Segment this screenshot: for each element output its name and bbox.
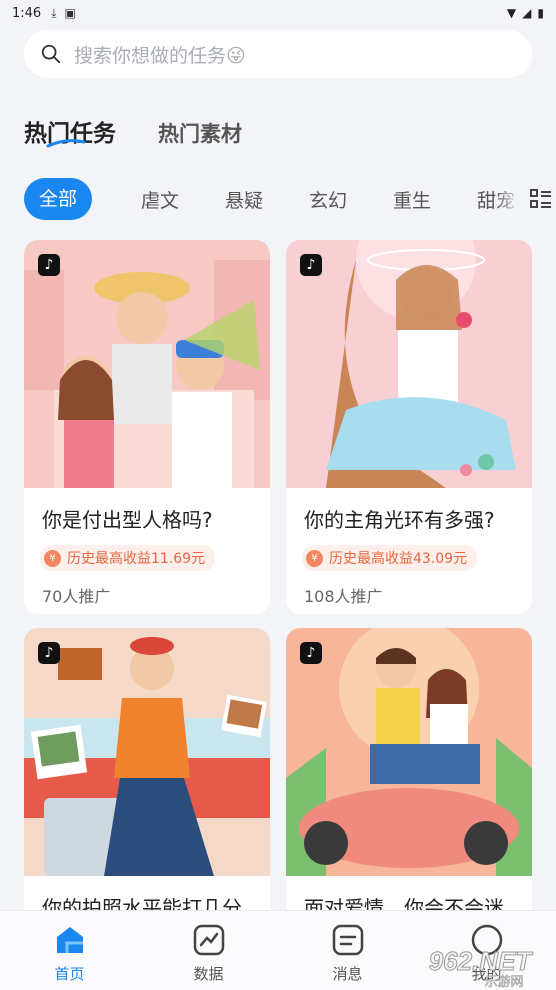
task-card-image: ♪ xyxy=(286,628,532,876)
tiktok-icon: ♪ xyxy=(38,254,60,276)
task-title: 你是付出型人格吗? xyxy=(42,508,213,532)
coin-icon: ¥ xyxy=(306,549,323,567)
signal-icon: ◢ xyxy=(522,6,532,20)
task-card[interactable]: ♪ 你的拍照水平能打几分 xyxy=(24,628,270,928)
earnings-badge: ¥ 历史最高收益43.09元 xyxy=(302,545,478,571)
tiktok-icon: ♪ xyxy=(300,254,322,276)
message-icon xyxy=(332,924,363,956)
task-card[interactable]: ♪ 你是付出型人格吗? ¥ 历史最高收益11.69元 70人推广 xyxy=(24,240,270,614)
category-all[interactable]: 全部 xyxy=(24,178,92,220)
earnings-text: 历史最高收益11.69元 xyxy=(67,551,206,567)
task-card-image: ♪ xyxy=(286,240,532,488)
earnings-text: 历史最高收益43.09元 xyxy=(329,551,468,567)
category-row: 全部 虐文 悬疑 玄幻 重生 甜宠 xyxy=(24,178,556,220)
wifi-icon: ▼ xyxy=(506,6,517,20)
notification-icon: ▣ xyxy=(64,6,76,20)
category-suspense[interactable]: 悬疑 xyxy=(202,186,286,213)
tab-hot-materials[interactable]: 热门素材 xyxy=(158,118,242,148)
task-card-image: ♪ xyxy=(24,240,270,488)
svg-text:乐游网: 乐游网 xyxy=(484,975,523,988)
task-title: 你的主角光环有多强? xyxy=(304,508,495,532)
svg-text:962.NET: 962.NET xyxy=(429,946,534,976)
status-time: 1:46 xyxy=(12,5,42,21)
search-placeholder: 搜索你想做的任务😜 xyxy=(74,44,246,67)
promoter-count: 108人推广 xyxy=(304,587,383,606)
earnings-badge: ¥ 历史最高收益11.69元 xyxy=(40,545,216,571)
nav-messages[interactable]: 消息 xyxy=(278,911,417,990)
main-tabs: 热门任务 热门素材 xyxy=(24,114,242,148)
category-more-button[interactable] xyxy=(496,178,556,220)
task-card[interactable]: ♪ 你的主角光环有多强? ¥ 历史最高收益43.09元 108人推广 xyxy=(286,240,532,614)
search-bar[interactable]: 搜索你想做的任务😜 xyxy=(24,30,532,78)
nav-home-label: 首页 xyxy=(54,965,85,983)
nav-data-label: 数据 xyxy=(193,965,224,983)
tab-hot-materials-label: 热门素材 xyxy=(158,122,242,146)
chart-icon xyxy=(193,924,224,956)
grid-list-icon xyxy=(530,189,551,208)
battery-icon: ▮ xyxy=(537,6,544,20)
home-icon xyxy=(56,927,83,953)
watermark-logo: 962.NET 乐游网 xyxy=(428,946,534,989)
category-fantasy[interactable]: 玄幻 xyxy=(286,186,370,213)
tiktok-icon: ♪ xyxy=(38,642,60,664)
download-icon: ⤓ xyxy=(51,5,57,20)
category-rebirth[interactable]: 重生 xyxy=(370,186,454,213)
task-card-image: ♪ xyxy=(24,628,270,876)
coin-icon: ¥ xyxy=(44,549,61,567)
category-abuse[interactable]: 虐文 xyxy=(118,186,202,213)
task-card[interactable]: ♪ 面对爱情，你会不会迷 xyxy=(286,628,532,928)
tab-hot-tasks[interactable]: 热门任务 xyxy=(24,114,116,148)
tiktok-icon: ♪ xyxy=(300,642,322,664)
promoter-count: 70人推广 xyxy=(42,587,111,606)
nav-home[interactable]: 首页 xyxy=(0,911,139,990)
search-icon xyxy=(41,44,61,64)
nav-data[interactable]: 数据 xyxy=(139,911,278,990)
tab-underline xyxy=(46,139,86,148)
status-bar: 1:46 ⤓ ▣ ▼ ◢ ▮ xyxy=(0,0,556,26)
nav-messages-label: 消息 xyxy=(332,965,363,983)
